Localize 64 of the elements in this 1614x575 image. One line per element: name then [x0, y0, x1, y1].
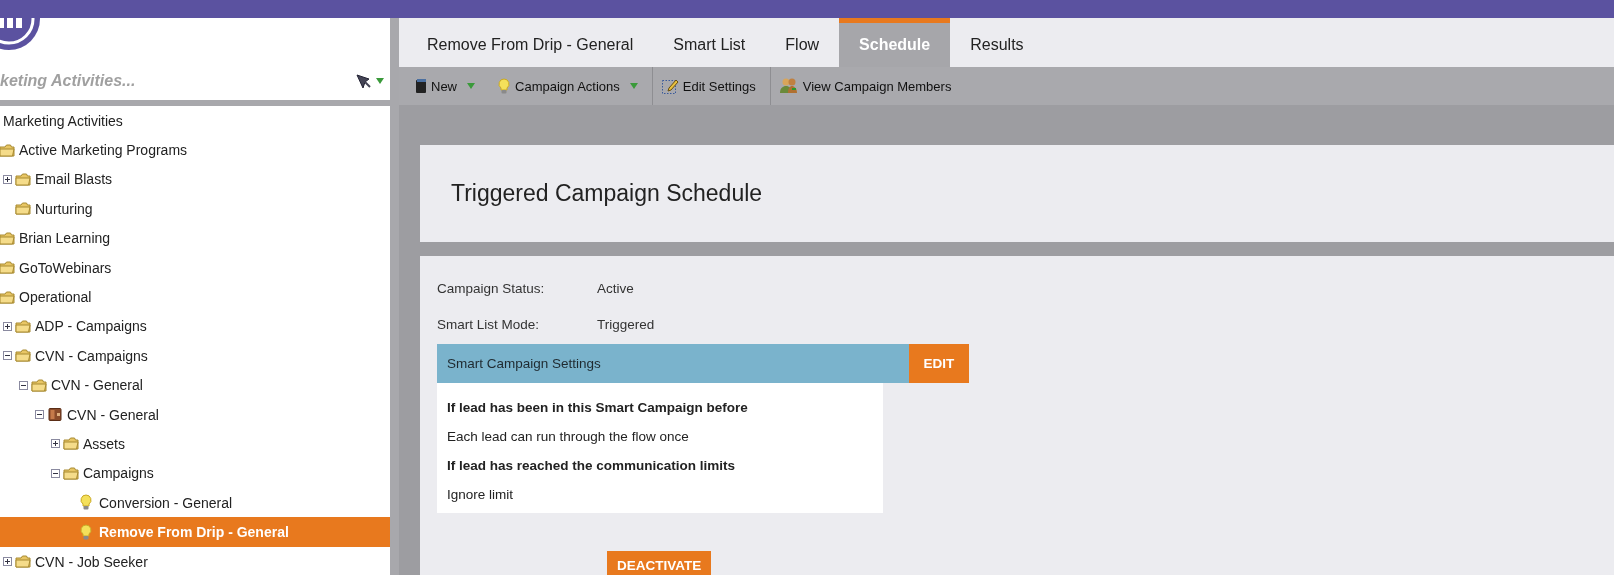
tab[interactable]: Remove From Drip - General: [407, 18, 654, 67]
settings-header: Smart Campaign Settings: [437, 344, 909, 383]
page-title: Triggered Campaign Schedule: [451, 180, 763, 207]
folder-icon: [0, 290, 15, 304]
tree-item[interactable]: Brian Learning: [0, 223, 390, 253]
toolbar-button[interactable]: Edit Settings: [652, 67, 770, 105]
expand-icon: [3, 557, 12, 567]
expand-icon: [51, 439, 60, 449]
setting-heading: If lead has been in this Smart Campaign before: [447, 400, 748, 415]
tree-item[interactable]: ADP - Campaigns: [0, 311, 390, 342]
tree-item[interactable]: Marketing Activities: [0, 106, 390, 136]
field-value: Active: [597, 280, 634, 296]
folder-icon: [15, 172, 31, 186]
toolbar-button[interactable]: View Campaign Members: [770, 67, 966, 105]
expand-icon: [3, 174, 12, 184]
setting-value: Each lead can run through the flow once: [447, 429, 689, 444]
tab[interactable]: Results: [950, 18, 1044, 67]
tree-item[interactable]: Conversion - General: [0, 488, 390, 518]
setting-heading: If lead has reached the communication limits: [447, 458, 736, 473]
caret-icon: [467, 83, 475, 89]
book-icon: [415, 78, 427, 94]
edit-icon: [660, 77, 679, 95]
setting-value: Ignore limit: [447, 487, 514, 502]
field-value: Triggered: [597, 316, 655, 332]
field-label: Campaign Status:: [437, 280, 546, 296]
toolbar-button[interactable]: New: [407, 67, 489, 105]
expand-icon: [3, 321, 12, 331]
people-icon: [778, 77, 799, 95]
folder-icon: [15, 319, 31, 333]
folder-icon: [31, 378, 47, 392]
tree-item[interactable]: Operational: [0, 282, 390, 312]
folder-icon: [63, 437, 79, 451]
folder-icon: [15, 555, 31, 569]
collapse-icon: [35, 410, 44, 420]
collapse-icon: [3, 351, 12, 361]
folder-icon: [0, 143, 15, 157]
collapse-icon: [19, 380, 28, 390]
folder-icon: [15, 349, 31, 363]
filter-button[interactable]: [356, 73, 384, 89]
tree-item[interactable]: CVN - Campaigns: [0, 341, 390, 371]
folder-icon: [63, 466, 79, 480]
folder-icon: [0, 231, 15, 245]
folder-icon: [0, 261, 15, 275]
toolbar-button[interactable]: Campaign Actions: [489, 67, 652, 105]
lightbulb-icon: [497, 77, 511, 95]
tree-item[interactable]: CVN - Job Seeker: [0, 546, 390, 575]
tree-item[interactable]: Campaigns: [0, 458, 390, 489]
lightbulb-icon: [79, 523, 93, 541]
tree-item[interactable]: CVN - General: [0, 370, 390, 400]
collapse-icon: [51, 468, 60, 478]
tree-item[interactable]: CVN - General: [0, 399, 390, 430]
tree-item[interactable]: Nurturing: [0, 194, 390, 224]
tree-item[interactable]: Email Blasts: [0, 164, 390, 195]
tab[interactable]: Smart List: [653, 18, 766, 67]
field-label: Smart List Mode:: [437, 316, 541, 332]
caret-icon: [376, 78, 384, 84]
tree-item[interactable]: Assets: [0, 429, 390, 459]
folder-icon: [15, 202, 31, 216]
caret-icon: [629, 83, 638, 89]
tree-item[interactable]: Active Marketing Programs: [0, 135, 390, 165]
tab[interactable]: Flow: [765, 18, 840, 67]
lightbulb-icon: [79, 494, 93, 512]
tree-item[interactable]: GoToWebinars: [0, 252, 390, 283]
briefcase-icon: [47, 407, 63, 423]
